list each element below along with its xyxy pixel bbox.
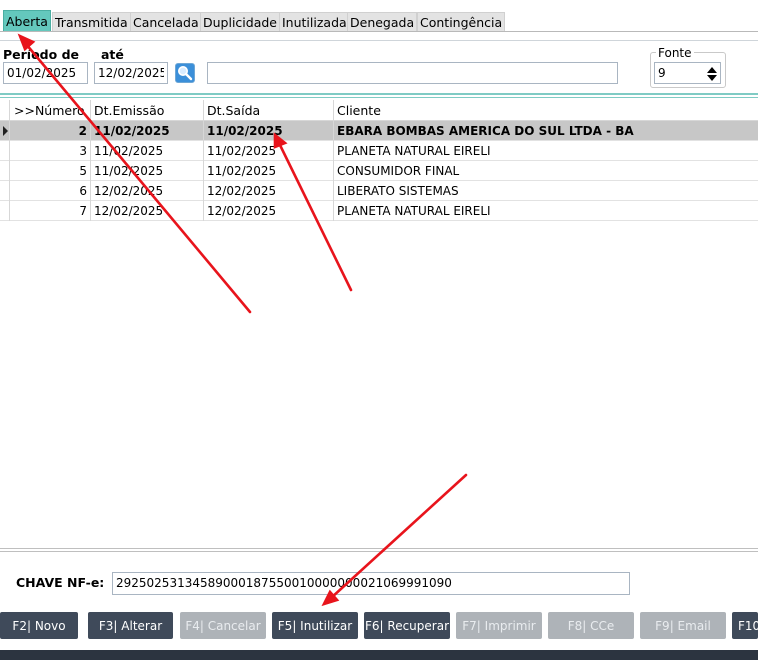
tab-cancelada[interactable]: Cancelada xyxy=(130,12,202,32)
periodo-label: Período de xyxy=(3,47,79,62)
row-indicator xyxy=(0,201,10,221)
cce-button[interactable]: F8| CCe xyxy=(548,612,634,639)
row-indicator xyxy=(0,141,10,161)
tab-inutilizada[interactable]: Inutilizada xyxy=(279,12,350,32)
search-input[interactable] xyxy=(207,62,618,84)
table-row[interactable]: 5 11/02/2025 11/02/2025 CONSUMIDOR FINAL xyxy=(0,161,758,181)
inutilizar-button[interactable]: F5| Inutilizar xyxy=(272,612,358,639)
column-header-numero[interactable]: >>Número xyxy=(11,100,91,121)
date-from-input[interactable] xyxy=(3,62,88,84)
grid-header: >>Número Dt.Emissão Dt.Saída Cliente xyxy=(0,100,758,121)
tab-denegada[interactable]: Denegada xyxy=(347,12,418,32)
recuperar-button[interactable]: F6| Recuperar xyxy=(364,612,450,639)
cell-cliente: EBARA BOMBAS AMERICA DO SUL LTDA - BA xyxy=(337,124,634,138)
cell-numero: 3 xyxy=(11,141,91,161)
cell-saida: 12/02/2025 xyxy=(204,181,334,201)
table-row[interactable]: 7 12/02/2025 12/02/2025 PLANETA NATURAL … xyxy=(0,201,758,221)
table-row[interactable]: 3 11/02/2025 11/02/2025 PLANETA NATURAL … xyxy=(0,141,758,161)
tab-aberta[interactable]: Aberta xyxy=(3,10,51,32)
status-tabs: Aberta Transmitida Cancelada Duplicidade… xyxy=(0,10,758,32)
tab-duplicidade[interactable]: Duplicidade xyxy=(200,12,280,32)
cell-numero: 7 xyxy=(11,201,91,221)
header-indicator xyxy=(0,100,10,121)
row-indicator xyxy=(0,181,10,201)
font-size-spinner[interactable]: 9 xyxy=(654,62,721,84)
email-button[interactable]: F9| Email xyxy=(640,612,726,639)
cell-emissao: 11/02/2025 xyxy=(91,161,204,181)
search-button[interactable] xyxy=(175,63,195,83)
grid-bottom-divider xyxy=(0,548,758,549)
alterar-button[interactable]: F3| Alterar xyxy=(88,612,173,639)
cell-numero: 2 xyxy=(11,121,91,141)
cell-cliente: LIBERATO SISTEMAS xyxy=(337,184,459,198)
fonte-label: Fonte xyxy=(656,46,694,60)
novo-button[interactable]: F2| Novo xyxy=(0,612,78,639)
imprimir-button[interactable]: F7| Imprimir xyxy=(456,612,542,639)
annotation-overlay xyxy=(17,33,468,607)
column-header-saida[interactable]: Dt.Saída xyxy=(204,100,334,121)
cell-cliente: CONSUMIDOR FINAL xyxy=(337,164,460,178)
column-header-cliente[interactable]: Cliente xyxy=(334,100,758,121)
chave-label: CHAVE NF-e: xyxy=(16,575,105,590)
date-to-input[interactable] xyxy=(94,62,168,84)
font-size-value: 9 xyxy=(658,66,666,80)
cell-emissao: 12/02/2025 xyxy=(91,181,204,201)
cell-emissao: 11/02/2025 xyxy=(91,141,204,161)
row-indicator xyxy=(0,161,10,181)
cell-cliente: PLANETA NATURAL EIRELI xyxy=(337,144,491,158)
column-header-emissao[interactable]: Dt.Emissão xyxy=(91,100,204,121)
table-row[interactable]: 2 11/02/2025 11/02/2025 EBARA BOMBAS AME… xyxy=(0,121,758,141)
tab-transmitida[interactable]: Transmitida xyxy=(52,12,131,32)
grid-accent-line xyxy=(0,93,758,95)
cell-saida: 11/02/2025 xyxy=(204,121,334,141)
row-indicator xyxy=(0,121,10,141)
table-row[interactable]: 6 12/02/2025 12/02/2025 LIBERATO SISTEMA… xyxy=(0,181,758,201)
chave-nfe-field[interactable]: 2925025313458900018755001000000002106999… xyxy=(112,572,630,595)
cell-emissao: 12/02/2025 xyxy=(91,201,204,221)
filter-divider xyxy=(0,40,758,41)
cell-numero: 5 xyxy=(11,161,91,181)
cell-saida: 12/02/2025 xyxy=(204,201,334,221)
spin-down-icon[interactable] xyxy=(707,75,717,81)
ate-label: até xyxy=(101,47,124,62)
cell-cliente: PLANETA NATURAL EIRELI xyxy=(337,204,491,218)
search-icon xyxy=(178,66,193,81)
nfe-grid: >>Número Dt.Emissão Dt.Saída Cliente 2 1… xyxy=(0,100,758,221)
footer-bar xyxy=(0,650,758,660)
tabs-divider xyxy=(0,31,758,32)
current-row-arrow-icon xyxy=(3,126,8,136)
cell-saida: 11/02/2025 xyxy=(204,161,334,181)
grid-bottom-divider xyxy=(0,551,758,552)
spin-up-icon[interactable] xyxy=(707,67,717,73)
cancelar-button[interactable]: F4| Cancelar xyxy=(180,612,266,639)
f10-button[interactable]: F10 xyxy=(732,612,758,639)
grid-accent-line xyxy=(0,97,758,98)
cell-emissao: 11/02/2025 xyxy=(91,121,204,141)
cell-numero: 6 xyxy=(11,181,91,201)
cell-saida: 11/02/2025 xyxy=(204,141,334,161)
tab-contingencia[interactable]: Contingência xyxy=(417,12,506,32)
